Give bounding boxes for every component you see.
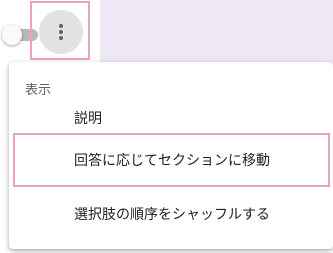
menu-item-label: 選択肢の順序をシャッフルする	[74, 207, 270, 223]
menu-item-label: 回答に応じてセクションに移動	[74, 153, 270, 169]
more-vert-icon	[59, 24, 63, 40]
menu-item-go-to-section[interactable]: 回答に応じてセクションに移動	[13, 133, 330, 187]
menu-item-shuffle-options[interactable]: 選択肢の順序をシャッフルする	[9, 192, 333, 236]
more-options-menu: 表示 説明 回答に応じてセクションに移動 選択肢の順序をシャッフルする	[9, 62, 333, 249]
form-background	[100, 0, 333, 68]
more-options-button[interactable]	[39, 10, 83, 54]
toggle-thumb	[2, 25, 22, 45]
menu-item-label: 説明	[74, 111, 102, 127]
more-options-highlight	[30, 1, 90, 60]
